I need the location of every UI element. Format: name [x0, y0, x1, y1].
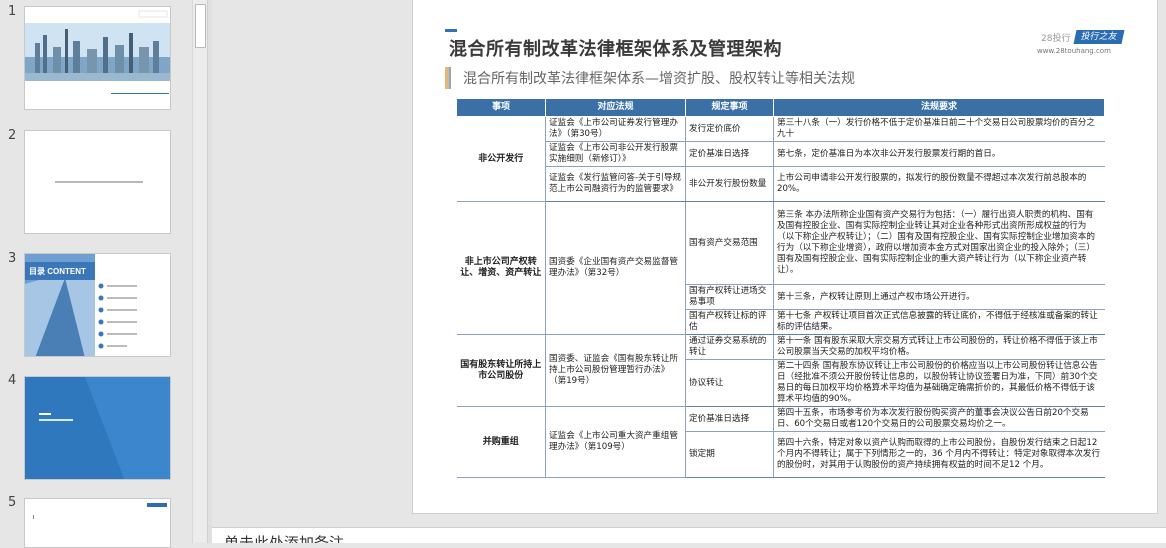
group-cell: 非公开发行: [456, 116, 546, 202]
req-cell: 第三十八条（一）发行价格不低于定价基准日前二十个交易日公司股票均价的百分之九十: [773, 116, 1105, 142]
title-accent: [445, 29, 457, 32]
table-row: 国有股东转让所持上市公司股份 国资委、证监会《国有股东转让所持上市公司股份管理暂…: [456, 334, 1105, 407]
slide-subtitle: 混合所有制改革法律框架体系—增资扩股、股权转让等相关法规: [463, 71, 855, 87]
thumb-number: 1: [8, 4, 17, 19]
item-cell: 国有资产交易范围: [685, 201, 774, 285]
law-cell: 证监会《上市公司非公开发行股票实施细则（新修订）》: [545, 141, 686, 167]
item-cell: 定价基准日选择: [685, 141, 774, 167]
slide-5-preview: [33, 503, 167, 519]
thumb-number: 4: [8, 373, 17, 388]
slide-thumbnail-1[interactable]: [24, 6, 171, 110]
text-slide-preview: [55, 181, 143, 183]
req-cell: 第十三条，产权转让原则上通过产权市场公开进行。: [773, 284, 1105, 310]
slide-title: 混合所有制改革法律框架体系及管理架构: [449, 39, 782, 60]
thumbnail-scrollbar[interactable]: [192, 0, 208, 543]
group-cell: 并购重组: [456, 406, 546, 478]
city-skyline-image: [25, 7, 170, 109]
item-cell: 通过证券交易系统的转让: [685, 334, 774, 360]
item-cell: 国有产权转让进场交易事项: [685, 284, 774, 310]
slide-thumbnail-2[interactable]: [24, 130, 171, 234]
brand-logo: 28投行 投行之友 www.28touhang.com: [1035, 29, 1147, 61]
group-cell: 非上市公司产权转让、增资、资产转让: [456, 201, 546, 335]
col-header: 事项: [456, 98, 546, 117]
contents-slide-preview: 目录 CONTENT: [25, 254, 137, 356]
scrollbar-thumb[interactable]: [195, 4, 206, 48]
slide-editor: 混合所有制改革法律框架体系及管理架构 混合所有制改革法律框架体系—增资扩股、股权…: [212, 0, 1166, 528]
col-header: 规定事项: [685, 98, 774, 117]
logo-badge: 投行之友: [1073, 30, 1125, 44]
law-cell: 国资委《企业国有资产交易监督管理办法》（第32号）: [545, 201, 686, 335]
logo-url: www.28touhang.com: [1037, 47, 1111, 55]
item-cell: 锁定期: [685, 431, 774, 478]
col-header: 对应法规: [545, 98, 686, 117]
slide-thumbnail-3[interactable]: 目录 CONTENT: [24, 253, 171, 357]
thumb-number: 3: [8, 251, 17, 266]
req-cell: 第四十五条，市场参考价为本次发行股份购买资产的董事会决议公告日前20个交易日、6…: [773, 406, 1105, 432]
notes-pane[interactable]: 单击此处添加备注: [212, 528, 1166, 543]
law-cell: 证监会《上市公司证券发行管理办法》（第30号）: [545, 116, 686, 142]
table-row: 非公开发行 证监会《上市公司证券发行管理办法》（第30号） 发行定价底价 第三十…: [456, 116, 1105, 202]
slide-thumbnail-4[interactable]: [24, 376, 171, 480]
item-cell: 协议转让: [685, 359, 774, 407]
table-row: 证监会《上市公司非公开发行股票实施细则（新修订）》 定价基准日选择 第七条，定价…: [457, 141, 1105, 167]
logo-brand: 28投行: [1041, 34, 1071, 44]
item-cell: 定价基准日选择: [685, 406, 774, 432]
group-cell: 国有股东转让所持上市公司股份: [456, 334, 546, 407]
chapter-slide-preview: [25, 377, 170, 479]
table-row: 并购重组 证监会《上市公司重大资产重组管理办法》（第109号） 定价基准日选择 …: [456, 406, 1105, 478]
table-row: 证监会《发行监管问答-关于引导规范上市公司融资行为的监管要求》 非公开发行股份数…: [457, 166, 1105, 202]
slide-thumbnail-5[interactable]: [24, 498, 171, 548]
svg-text:目录 CONTENT: 目录 CONTENT: [29, 267, 86, 276]
req-cell: 第十一条 国有股东采取大宗交易方式转让上市公司股份的，转让价格不得低于该上市公司…: [773, 334, 1105, 360]
thumb-number: 2: [8, 128, 17, 143]
law-cell: 证监会《上市公司重大资产重组管理办法》（第109号）: [545, 406, 686, 478]
slide-canvas[interactable]: 混合所有制改革法律框架体系及管理架构 混合所有制改革法律框架体系—增资扩股、股权…: [412, 0, 1158, 514]
req-cell: 第二十四条 国有股东协议转让上市公司股份的价格应当以上市公司股份转让信息公告日（…: [773, 359, 1105, 407]
col-header: 法规要求: [773, 98, 1105, 117]
item-cell: 国有产权转让标的评估: [685, 309, 774, 335]
notes-placeholder[interactable]: 单击此处添加备注: [224, 532, 344, 543]
law-cell: 证监会《发行监管问答-关于引导规范上市公司融资行为的监管要求》: [545, 166, 686, 202]
req-cell: 第十七条 产权转让项目首次正式信息披露的转让底价，不得低于经核准或备案的转让标的…: [773, 309, 1105, 335]
item-cell: 发行定价底价: [685, 116, 774, 142]
slide-thumbnail-pane: 1 2 3 目录 CONTENT 4 5: [0, 0, 192, 548]
req-cell: 第三条 本办法所称企业国有资产交易行为包括：（一）履行出资人职责的机构、国有及国…: [773, 201, 1105, 285]
regulation-table[interactable]: 事项 对应法规 规定事项 法规要求 非公开发行 证监会《上市公司证券发行管理办法…: [456, 98, 1105, 478]
item-cell: 非公开发行股份数量: [685, 166, 774, 202]
table-row: 非上市公司产权转让、增资、资产转让 国资委《企业国有资产交易监督管理办法》（第3…: [456, 201, 1105, 335]
req-cell: 上市公司申请非公开发行股票的，拟发行的股份数量不得超过本次发行前总股本的20%。: [773, 166, 1105, 202]
subtitle-accent-bar-2: [449, 67, 451, 89]
thumb-number: 5: [8, 495, 17, 510]
law-cell: 国资委、证监会《国有股东转让所持上市公司股份管理暂行办法》（第19号）: [545, 334, 686, 407]
req-cell: 第七条，定价基准日为本次非公开发行股票发行期的首日。: [773, 141, 1105, 167]
req-cell: 第四十六条，特定对象以资产认购而取得的上市公司股份，自股份发行结束之日起12 个…: [773, 431, 1105, 478]
table-header-row: 事项 对应法规 规定事项 法规要求: [456, 98, 1105, 117]
